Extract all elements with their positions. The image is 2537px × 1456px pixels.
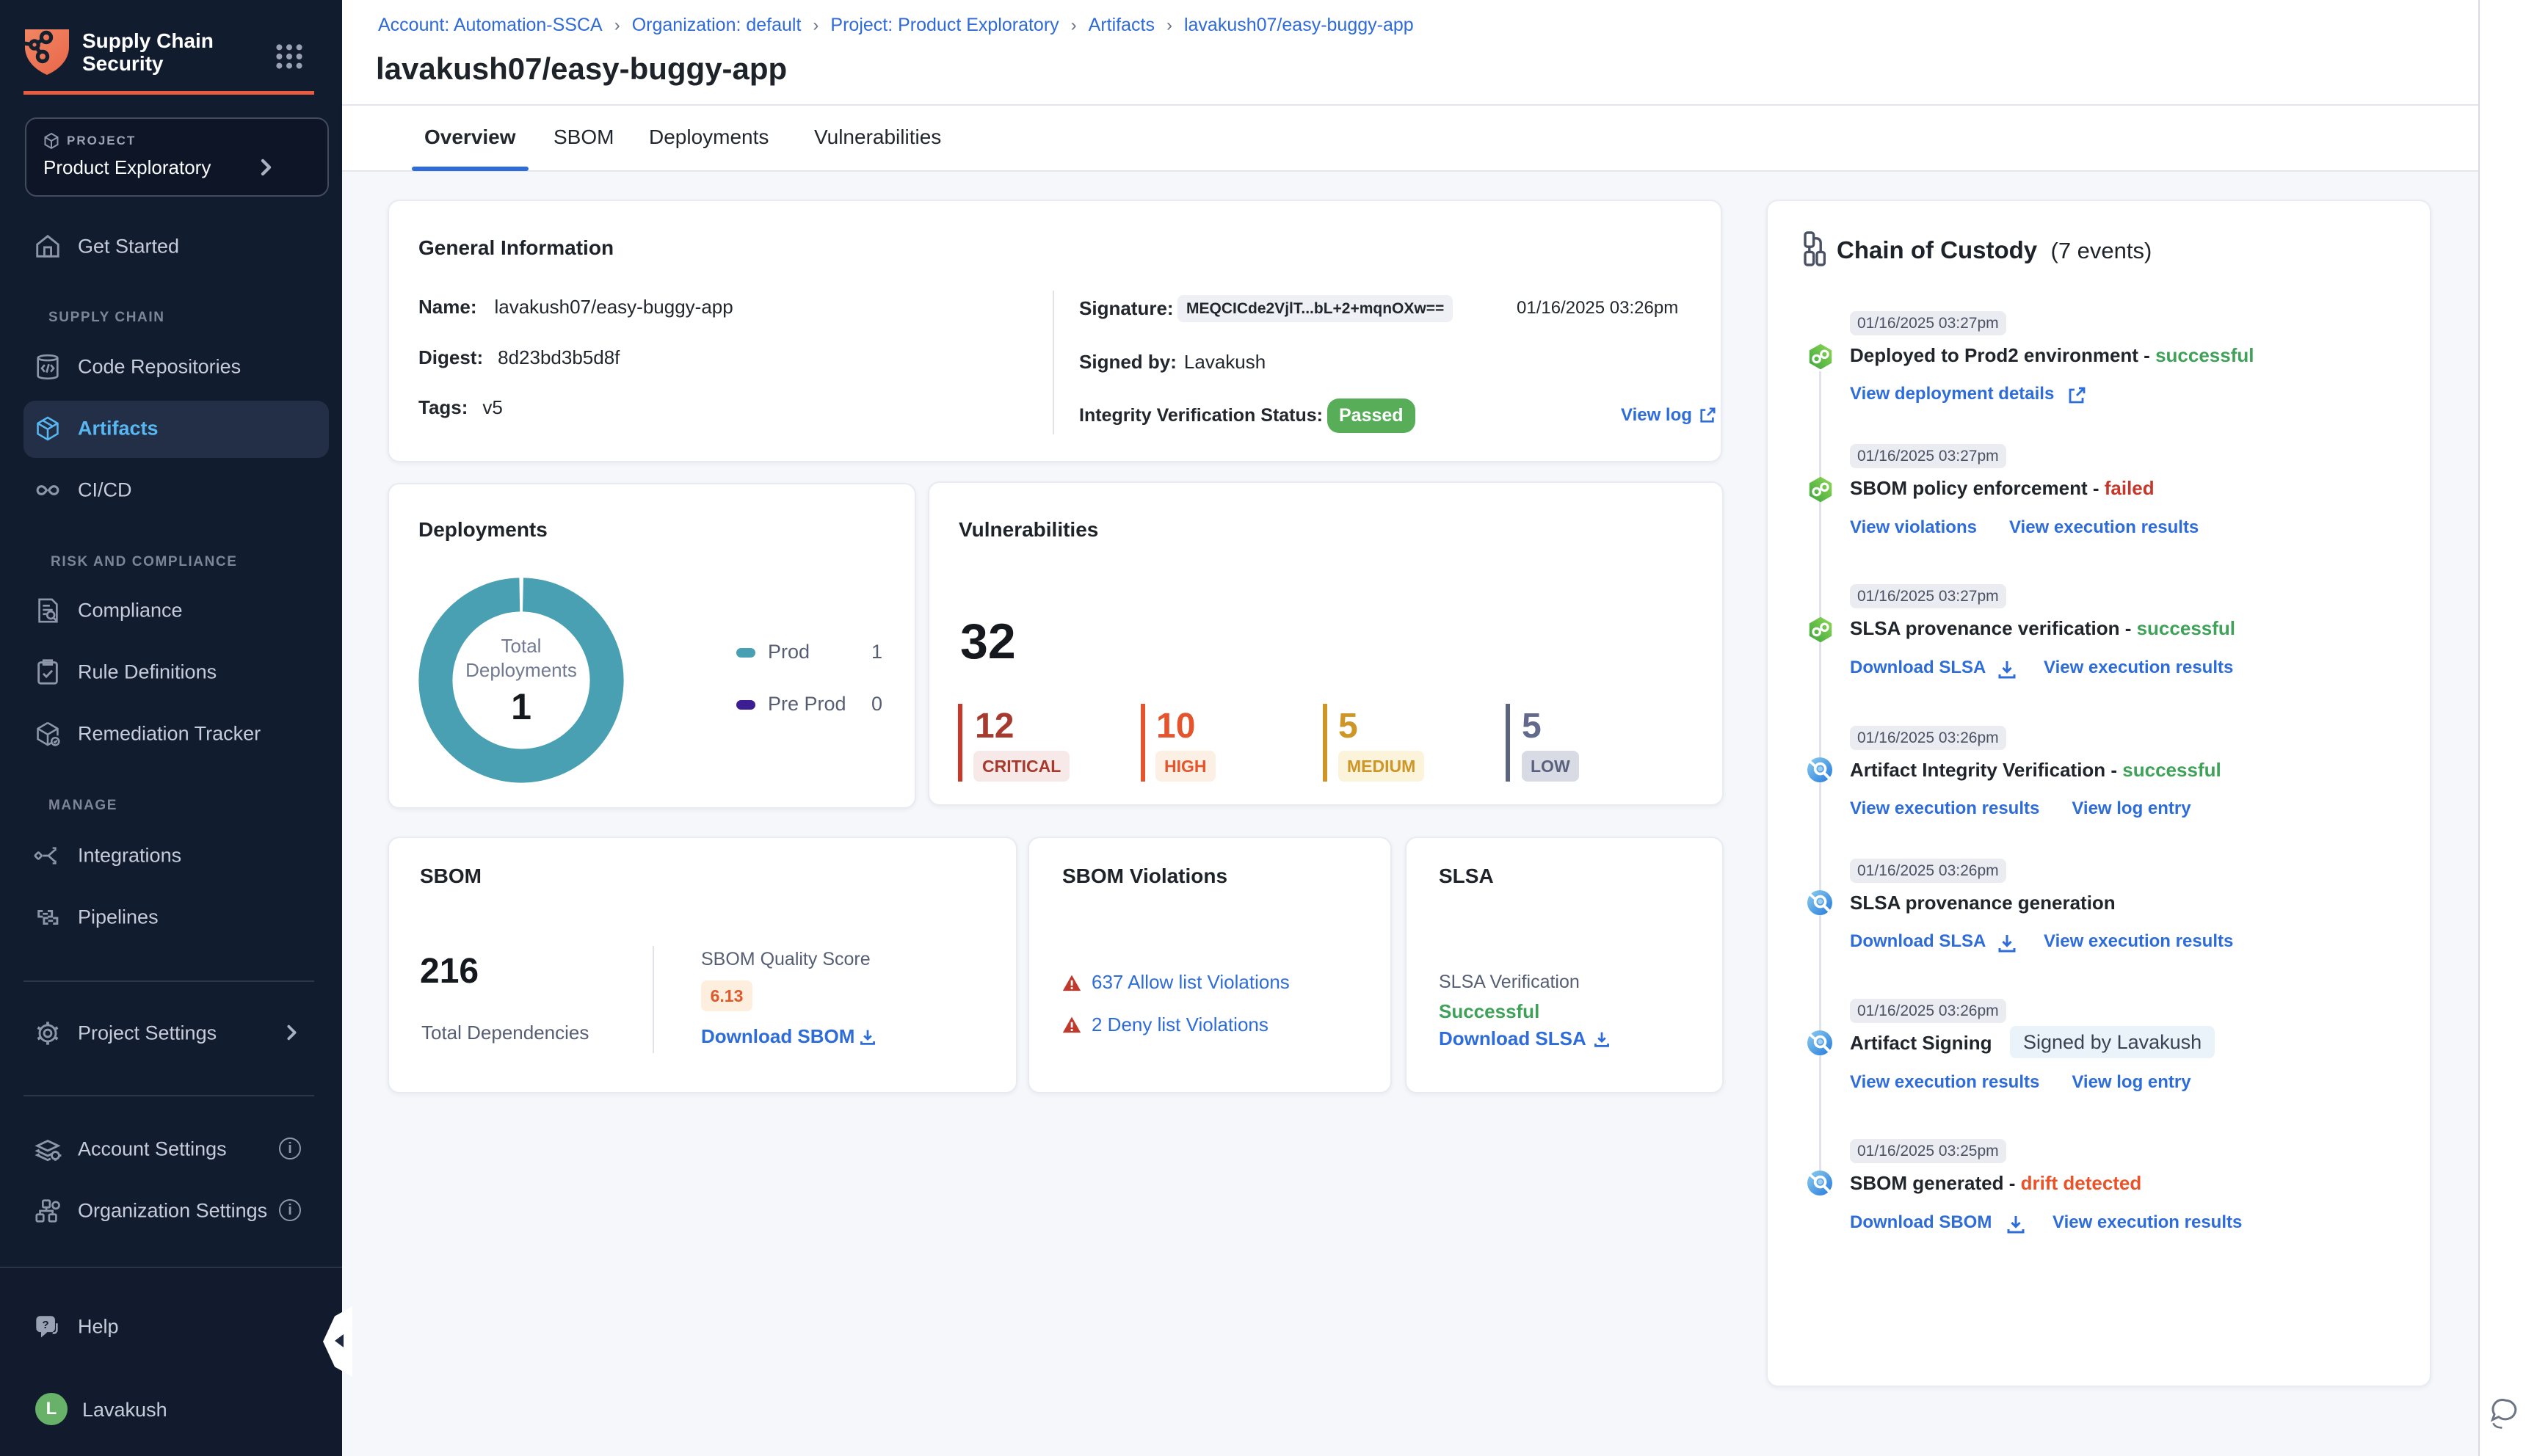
svg-text:?: ? bbox=[42, 1319, 48, 1331]
